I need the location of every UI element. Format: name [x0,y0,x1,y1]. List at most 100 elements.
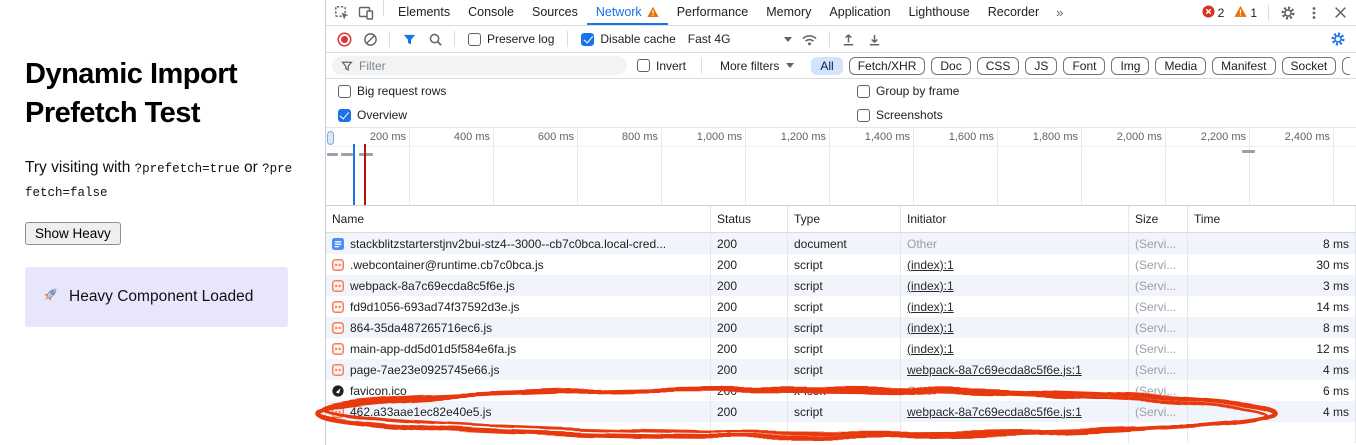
chip-all[interactable]: All [811,57,842,75]
column-header-initiator[interactable]: Initiator [901,206,1129,232]
search-icon[interactable] [423,28,447,50]
chip-wasm[interactable]: Wasm [1342,57,1350,75]
tab-label: Memory [766,5,811,19]
request-row[interactable]: fd9d1056-693ad74f37592d3e.js200script(in… [326,296,1356,317]
chip-fetch-xhr[interactable]: Fetch/XHR [849,57,926,75]
tab-elements[interactable]: Elements [389,0,459,25]
request-row[interactable]: webpack-8a7c69ecda8c5f6e.js200script(ind… [326,275,1356,296]
tab-performance[interactable]: Performance [668,0,758,25]
overview-label: Overview [357,108,407,122]
warning-badge[interactable]: 1 [1230,5,1261,21]
group-by-frame-checkbox[interactable]: Group by frame [851,84,965,98]
tab-lighthouse[interactable]: Lighthouse [900,0,979,25]
filter-funnel-icon[interactable] [397,28,421,50]
timeline-brush-handle[interactable] [327,131,334,145]
timeline-tick: 400 ms [410,128,494,205]
screenshots-checkbox[interactable]: Screenshots [851,108,949,122]
throttling-dropdown[interactable]: Fast 4G [684,32,796,46]
invert-checkbox[interactable]: Invert [631,59,692,73]
error-badge[interactable]: 2 [1198,5,1229,21]
settings-gear-icon[interactable] [1276,2,1300,24]
tabbar-right-controls: 2 1 [1198,0,1352,25]
column-header-size[interactable]: Size [1129,206,1188,232]
initiator-link[interactable]: (index):1 [907,321,954,335]
disable-cache-checkbox[interactable]: Disable cache [575,32,681,46]
big-request-rows-checkbox[interactable]: Big request rows [332,84,851,98]
column-header-type[interactable]: Type [788,206,901,232]
network-settings-gear-icon[interactable] [1326,28,1350,50]
request-type: script [788,338,901,359]
request-row[interactable]: main-app-dd5d01d5f584e6fa.js200script(in… [326,338,1356,359]
kebab-menu-icon[interactable] [1302,2,1326,24]
filter-input[interactable] [359,59,618,73]
timeline-tick: 1,400 ms [830,128,914,205]
domcontentloaded-line [353,144,355,205]
devtools-tabbar: ElementsConsoleSourcesNetworkPerformance… [326,0,1356,26]
request-time: 4 ms [1188,359,1356,380]
timeline-tick: 1,600 ms [914,128,998,205]
chip-manifest[interactable]: Manifest [1212,57,1275,75]
chip-media[interactable]: Media [1155,57,1206,75]
request-row[interactable]: page-7ae23e0925745e66.js200scriptwebpack… [326,359,1356,380]
banner-label: Heavy Component Loaded [69,288,253,306]
inspect-element-icon[interactable] [330,2,354,24]
import-har-icon[interactable] [837,28,861,50]
chip-img[interactable]: Img [1111,57,1149,75]
network-conditions-icon[interactable] [798,28,822,50]
tab-application[interactable]: Application [820,0,899,25]
tab-console[interactable]: Console [459,0,523,25]
initiator-link[interactable]: webpack-8a7c69ecda8c5f6e.js:1 [907,363,1082,377]
disable-cache-label: Disable cache [600,32,675,46]
overview-checkbox[interactable]: Overview [332,108,851,122]
tab-sources[interactable]: Sources [523,0,587,25]
tab-memory[interactable]: Memory [757,0,820,25]
request-row-annotated[interactable]: 462.a33aae1ec82e40e5.js200scriptwebpack-… [326,401,1356,422]
initiator-link[interactable]: (index):1 [907,258,954,272]
initiator-link[interactable]: (index):1 [907,300,954,314]
request-name: main-app-dd5d01d5f584e6fa.js [350,342,516,356]
preserve-log-label: Preserve log [487,32,554,46]
request-row[interactable]: .webcontainer@runtime.cb7c0bca.js200scri… [326,254,1356,275]
tab-recorder[interactable]: Recorder [979,0,1048,25]
request-size: (Servi... [1129,296,1188,317]
tab-warning-icon [647,6,659,18]
chip-font[interactable]: Font [1063,57,1105,75]
network-overview-timeline[interactable]: 200 ms400 ms600 ms800 ms1,000 ms1,200 ms… [326,127,1356,206]
request-name: favicon.ico [350,384,407,398]
chip-socket[interactable]: Socket [1282,57,1337,75]
more-filters-dropdown[interactable]: More filters [711,59,803,73]
more-tabs-button[interactable]: » [1048,0,1072,25]
request-row[interactable]: stackblitzstarterstjnv2bui-stz4--3000--c… [326,233,1356,254]
record-network-log-button[interactable] [332,28,356,50]
checkbox-box [857,109,870,122]
request-row[interactable]: favicon.ico200x-iconOther(Servi...6 ms [326,380,1356,401]
initiator-link[interactable]: (index):1 [907,342,954,356]
clear-network-log-icon[interactable] [358,28,382,50]
request-status: 200 [711,359,788,380]
column-header-name[interactable]: Name [326,206,711,232]
initiator-link[interactable]: webpack-8a7c69ecda8c5f6e.js:1 [907,405,1082,419]
initiator-link[interactable]: (index):1 [907,279,954,293]
show-heavy-button[interactable]: Show Heavy [25,222,121,245]
request-overview-mark [1242,150,1255,153]
more-filters-label: More filters [720,59,779,73]
request-time: 30 ms [1188,254,1356,275]
device-toolbar-icon[interactable] [354,2,378,24]
request-size: (Servi... [1129,275,1188,296]
preserve-log-checkbox[interactable]: Preserve log [462,32,560,46]
divider [829,31,830,47]
empty-cell [1188,422,1356,443]
request-status: 200 [711,317,788,338]
export-har-icon[interactable] [863,28,887,50]
close-icon[interactable] [1328,2,1352,24]
column-header-status[interactable]: Status [711,206,788,232]
chip-css[interactable]: CSS [977,57,1020,75]
throttling-value: Fast 4G [688,32,731,46]
chip-doc[interactable]: Doc [931,57,970,75]
chip-js[interactable]: JS [1025,57,1057,75]
empty-cell [901,422,1129,443]
request-row[interactable]: 864-35da487265716ec6.js200script(index):… [326,317,1356,338]
tab-network[interactable]: Network [587,0,668,25]
column-header-time[interactable]: Time [1188,206,1356,232]
request-name: stackblitzstarterstjnv2bui-stz4--3000--c… [350,237,666,251]
